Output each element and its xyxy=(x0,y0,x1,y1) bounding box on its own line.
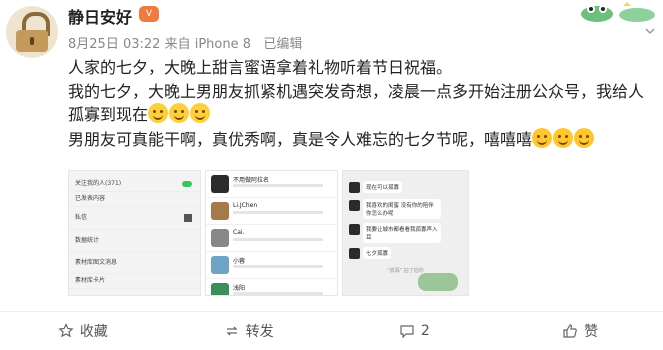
star-icon xyxy=(58,323,74,338)
chat-message: 现在可以孤寡 xyxy=(343,181,468,197)
repost-label: 转发 xyxy=(245,324,274,340)
chat-avatar xyxy=(211,175,229,193)
post-line-3: 男朋友可真能干啊，真优秀啊，真是令人难忘的七夕节呢，嘻嘻嘻 xyxy=(68,128,656,151)
repost-button[interactable]: 转发 xyxy=(166,312,332,350)
action-bar: 收藏 转发 2 赞 xyxy=(0,312,663,350)
post-source: 来自 iPhone 8 xyxy=(164,37,251,52)
chat-message: 七夕孤寡 xyxy=(343,247,468,263)
vip-badge: V xyxy=(139,6,159,22)
toggle-icon xyxy=(182,181,192,187)
sticker-image xyxy=(418,273,458,291)
settings-row: 数据统计 xyxy=(69,230,200,253)
repost-icon xyxy=(226,326,238,336)
smile-emoji-icon xyxy=(190,103,211,123)
chat-avatar xyxy=(211,229,229,247)
smile-emoji-icon xyxy=(169,103,190,123)
emoji-group xyxy=(148,103,211,123)
chat-list-item: 不用做阿拉名 xyxy=(206,171,337,198)
settings-row: 已发表内容 xyxy=(69,192,200,207)
post-date: 8月25日 xyxy=(68,37,119,52)
avatar[interactable] xyxy=(6,6,58,58)
screenshot-image-3[interactable]: 现在可以孤寡 我喜欢的闺蜜 没有你的陪伴 你怎么办呢 我要让城市都看看我孤寡声入… xyxy=(342,170,469,296)
laugh-emoji-icon xyxy=(532,128,553,148)
chat-message: 我喜欢的闺蜜 没有你的陪伴 你怎么办呢 xyxy=(343,199,468,221)
chevron-down-icon[interactable] xyxy=(643,24,657,38)
username[interactable]: 静日安好 xyxy=(68,4,132,28)
chat-avatar xyxy=(211,256,229,274)
chat-list-item: Cai. xyxy=(206,225,337,252)
settings-row: 关注我的人(371) xyxy=(69,177,200,192)
post-time: 03:22 xyxy=(122,37,161,52)
comment-icon xyxy=(400,325,414,339)
chat-avatar xyxy=(211,202,229,220)
post-line-2: 我的七夕，大晚上男朋友抓紧机遇突发奇想，凌晨一点多开始注册公众号，我给人孤寡到现… xyxy=(68,81,656,126)
post-meta: 8月25日 03:22 来自 iPhone 8 已编辑 xyxy=(68,33,302,52)
like-button[interactable]: 赞 xyxy=(497,312,663,350)
post-line-3-text: 男朋友可真能干啊，真优秀啊，真是令人难忘的七夕节呢，嘻嘻嘻 xyxy=(68,130,533,149)
qr-code-icon xyxy=(184,214,192,222)
emoji-group xyxy=(532,128,595,148)
comment-button[interactable]: 2 xyxy=(332,312,498,350)
edited-label: 已编辑 xyxy=(263,37,303,52)
chat-list-item: 小蓉 xyxy=(206,252,337,279)
keyhole-shape xyxy=(30,37,34,45)
chat-list-item: 浅阳 xyxy=(206,279,337,295)
comment-count: 2 xyxy=(420,323,430,339)
chat-list-item: Li.JChen xyxy=(206,198,337,225)
favorite-label: 收藏 xyxy=(79,324,108,340)
screenshot-image-1[interactable]: 关注我的人(371) 已发表内容 私信 数据统计 素材库图文消息 素材库卡片 xyxy=(68,170,201,296)
screenshot-image-2[interactable]: 不用做阿拉名 Li.JChen Cai. 小蓉 浅阳 xyxy=(205,170,338,296)
chat-avatar xyxy=(211,283,229,295)
thumbs-up-icon xyxy=(563,324,577,338)
favorite-button[interactable]: 收藏 xyxy=(0,312,166,350)
image-grid: 关注我的人(371) 已发表内容 私信 数据统计 素材库图文消息 素材库卡片 不… xyxy=(68,170,611,296)
laugh-emoji-icon xyxy=(553,128,574,148)
settings-row: 素材库图文消息 xyxy=(69,253,200,274)
frog-decoration-icon xyxy=(581,2,655,22)
post-body: 人家的七夕，大晚上甜言蜜语拿着礼物听着节日祝福。 我的七夕，大晚上男朋友抓紧机遇… xyxy=(68,57,656,153)
settings-row: 私信 xyxy=(69,207,200,230)
settings-row: 素材库卡片 xyxy=(69,274,200,289)
smile-emoji-icon xyxy=(148,103,169,123)
like-label: 赞 xyxy=(584,324,599,340)
laugh-emoji-icon xyxy=(574,128,595,148)
post-line-1: 人家的七夕，大晚上甜言蜜语拿着礼物听着节日祝福。 xyxy=(68,58,453,77)
chat-message: 我要让城市都看看我孤寡声入耳 xyxy=(343,223,468,245)
